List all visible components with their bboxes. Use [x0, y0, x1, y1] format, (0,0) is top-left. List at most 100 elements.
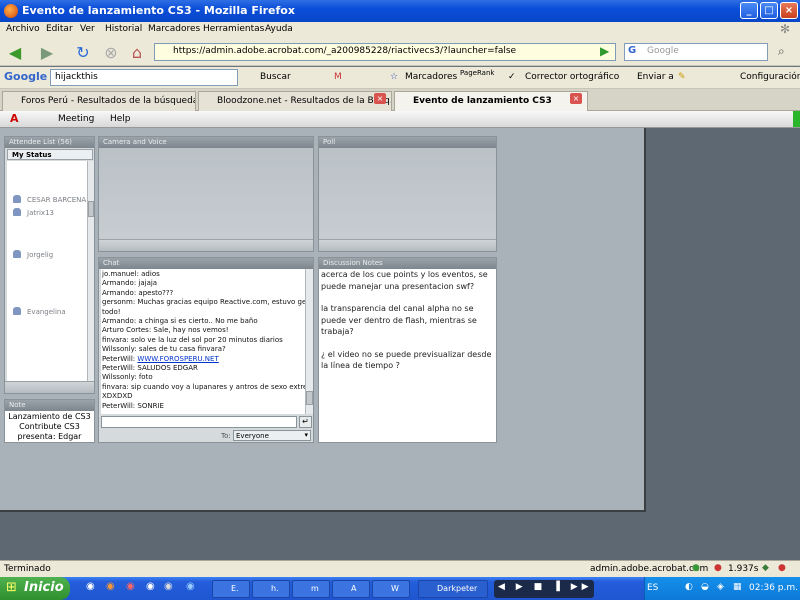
chat-message[interactable]: PeterWill: WWW.FOROSPERU.NET [102, 355, 305, 364]
note-pod: Note Lanzamiento de CS3 Contribute CS3 p… [4, 399, 95, 443]
attendee-item[interactable]: Jorgelig [13, 250, 53, 259]
system-tray: ES ◐ ◒ ◈ ▦ 02:36 p.m. [644, 577, 800, 600]
home-icon[interactable]: ⌂ [126, 42, 148, 63]
taskbar-toolbar[interactable]: Darkpeter [418, 580, 488, 598]
close-button[interactable]: × [780, 2, 798, 19]
menu-herramientas[interactable]: Herramientas [203, 24, 264, 34]
chat-message: XDXDXD [102, 392, 133, 401]
maximize-button[interactable]: □ [760, 2, 778, 19]
taskbar-button[interactable]: E. [212, 580, 250, 598]
stop-icon[interactable]: ⊗ [100, 42, 122, 63]
volume-icon[interactable]: ◈ [717, 582, 724, 592]
my-status-label: My Status [12, 151, 52, 159]
reload-icon[interactable]: ↻ [72, 42, 94, 63]
gmail-icon[interactable]: M [334, 72, 342, 82]
taskbar-button[interactable]: W [372, 580, 410, 598]
highlighter-icon[interactable]: ✎ [678, 72, 686, 82]
pod-footer [319, 239, 496, 251]
user-icon [13, 208, 21, 216]
tab-foros-peru[interactable]: Foros Perú - Resultados de la búsqueda [2, 91, 196, 111]
tray-icon[interactable]: ◐ [685, 582, 693, 592]
send-icon[interactable]: ↵ [299, 416, 312, 428]
quicklaunch-icon[interactable]: ◉ [146, 581, 155, 592]
pod-title: Attendee List (56) [5, 137, 94, 148]
menu-ayuda[interactable]: Ayuda [265, 24, 293, 34]
url-field[interactable]: https://admin.adobe.acrobat.com/_a200985… [154, 43, 616, 61]
window-title: Evento de lanzamiento CS3 - Mozilla Fire… [22, 4, 295, 17]
magnifier-icon[interactable]: ⌕ [778, 44, 785, 59]
quicklaunch-icon[interactable]: ◉ [86, 581, 95, 592]
star-icon[interactable]: ☆ [390, 72, 398, 82]
attendee-list-pod: Attendee List (56) My Status CESAR BARCE… [4, 136, 95, 394]
menu-help[interactable]: Help [110, 114, 131, 124]
language-indicator[interactable]: ES [647, 583, 658, 593]
menu-editar[interactable]: Editar [46, 24, 73, 34]
tab-close-icon[interactable]: × [374, 93, 386, 104]
attendee-item[interactable]: CESAR BARCENA [13, 195, 86, 204]
tab-label: Evento de lanzamiento CS3 [413, 96, 552, 106]
chat-lines: jo.manuel: adios Armando: jajaja Armando: … [102, 270, 305, 411]
buscar-button[interactable]: Buscar [260, 72, 291, 82]
recipient-dropdown[interactable]: Everyone ▾ [233, 430, 311, 441]
chat-message: PeterWill: SONRIE [102, 401, 164, 410]
quicklaunch-icon[interactable]: ◉ [164, 581, 173, 592]
user-icon [13, 195, 21, 203]
enviar-button[interactable]: Enviar a [637, 72, 674, 82]
windows-logo-icon: ⊞ [6, 580, 17, 595]
menu-historial[interactable]: Historial [105, 24, 142, 34]
go-icon[interactable]: ▶ [600, 44, 609, 58]
taskbar-button[interactable]: h. [252, 580, 290, 598]
minimize-button[interactable]: _ [740, 2, 758, 19]
tab-close-icon[interactable]: × [570, 93, 582, 104]
start-label: Inicio [24, 580, 64, 595]
pod-title: Discussion Notes [319, 258, 496, 269]
forward-icon[interactable]: ▶ [36, 42, 58, 63]
status-bar: Terminado admin.adobe.acrobat.com ● ● 1.… [0, 560, 800, 577]
pod-footer [5, 381, 94, 393]
chat-pod: Chat jo.manuel: adios Armando: jajaja Arma… [98, 257, 314, 443]
back-icon[interactable]: ◀ [4, 42, 26, 63]
attendee-item[interactable]: Evangelina [13, 307, 66, 316]
menu-meeting[interactable]: Meeting [58, 114, 94, 124]
attendee-name: Jorgelig [27, 251, 54, 259]
attendee-item[interactable]: Jatrix13 [13, 208, 54, 217]
chat-message: gersonm: Muchas gracias equipo Reactive.… [102, 298, 305, 307]
quicklaunch-icon[interactable]: ◉ [106, 581, 115, 592]
tab-strip: Foros Perú - Resultados de la búsqueda B… [0, 89, 800, 111]
menu-ver[interactable]: Ver [80, 24, 95, 34]
menu-marcadores[interactable]: Marcadores [148, 24, 200, 34]
chat-input[interactable] [101, 416, 297, 428]
pod-title: Camera and Voice [99, 137, 313, 148]
attendee-name: CESAR BARCENA [27, 196, 87, 204]
quicklaunch-icon[interactable]: ◉ [126, 581, 135, 592]
chat-scrollbar[interactable] [305, 269, 313, 414]
marcadores-button[interactable]: Marcadores [405, 72, 457, 82]
menu-archivo[interactable]: Archivo [6, 24, 40, 34]
spellcheck-icon[interactable]: ✓ [508, 72, 516, 82]
my-status-dropdown[interactable]: My Status [7, 149, 93, 160]
taskbar-button[interactable]: m [292, 580, 330, 598]
google-query-field[interactable]: hijackthis [50, 69, 238, 86]
load-time: 1.937s [728, 564, 759, 574]
media-player-controls[interactable]: ◀ ▶ ■ ▐ ▶▶ [494, 580, 594, 598]
chat-link[interactable]: WWW.FOROSPERU.NET [137, 355, 218, 363]
taskbar-button[interactable]: A [332, 580, 370, 598]
user-icon [13, 307, 21, 315]
network-icon[interactable]: ▦ [733, 582, 742, 592]
search-input[interactable]: Google [624, 43, 768, 61]
tab-evento-cs3[interactable]: Evento de lanzamiento CS3 [394, 91, 588, 111]
poll-pod: Poll [318, 136, 497, 252]
corrector-button[interactable]: Corrector ortográfico [525, 72, 619, 82]
menu-bar: Archivo Editar Ver Historial Marcadores … [0, 22, 800, 39]
user-icon [13, 250, 21, 258]
title-bar: Evento de lanzamiento CS3 - Mozilla Fire… [0, 0, 800, 22]
tray-icon[interactable]: ◒ [701, 582, 709, 592]
discussion-note: la transparencia del canal alpha no se p… [321, 304, 477, 336]
chat-message: finvara: sip cuando voy a lupanares y an… [102, 382, 305, 391]
config-button[interactable]: Configuración [740, 72, 800, 82]
tab-bloodzone[interactable]: Bloodzone.net - Resultados de la Búsq... [198, 91, 392, 111]
chat-message: Wilssonly: sales de tu casa finvara? [102, 345, 226, 354]
attendee-scrollbar[interactable] [87, 161, 94, 381]
quicklaunch-icon[interactable]: ◉ [186, 581, 195, 592]
chat-message: jo.manuel: adios [102, 270, 160, 278]
